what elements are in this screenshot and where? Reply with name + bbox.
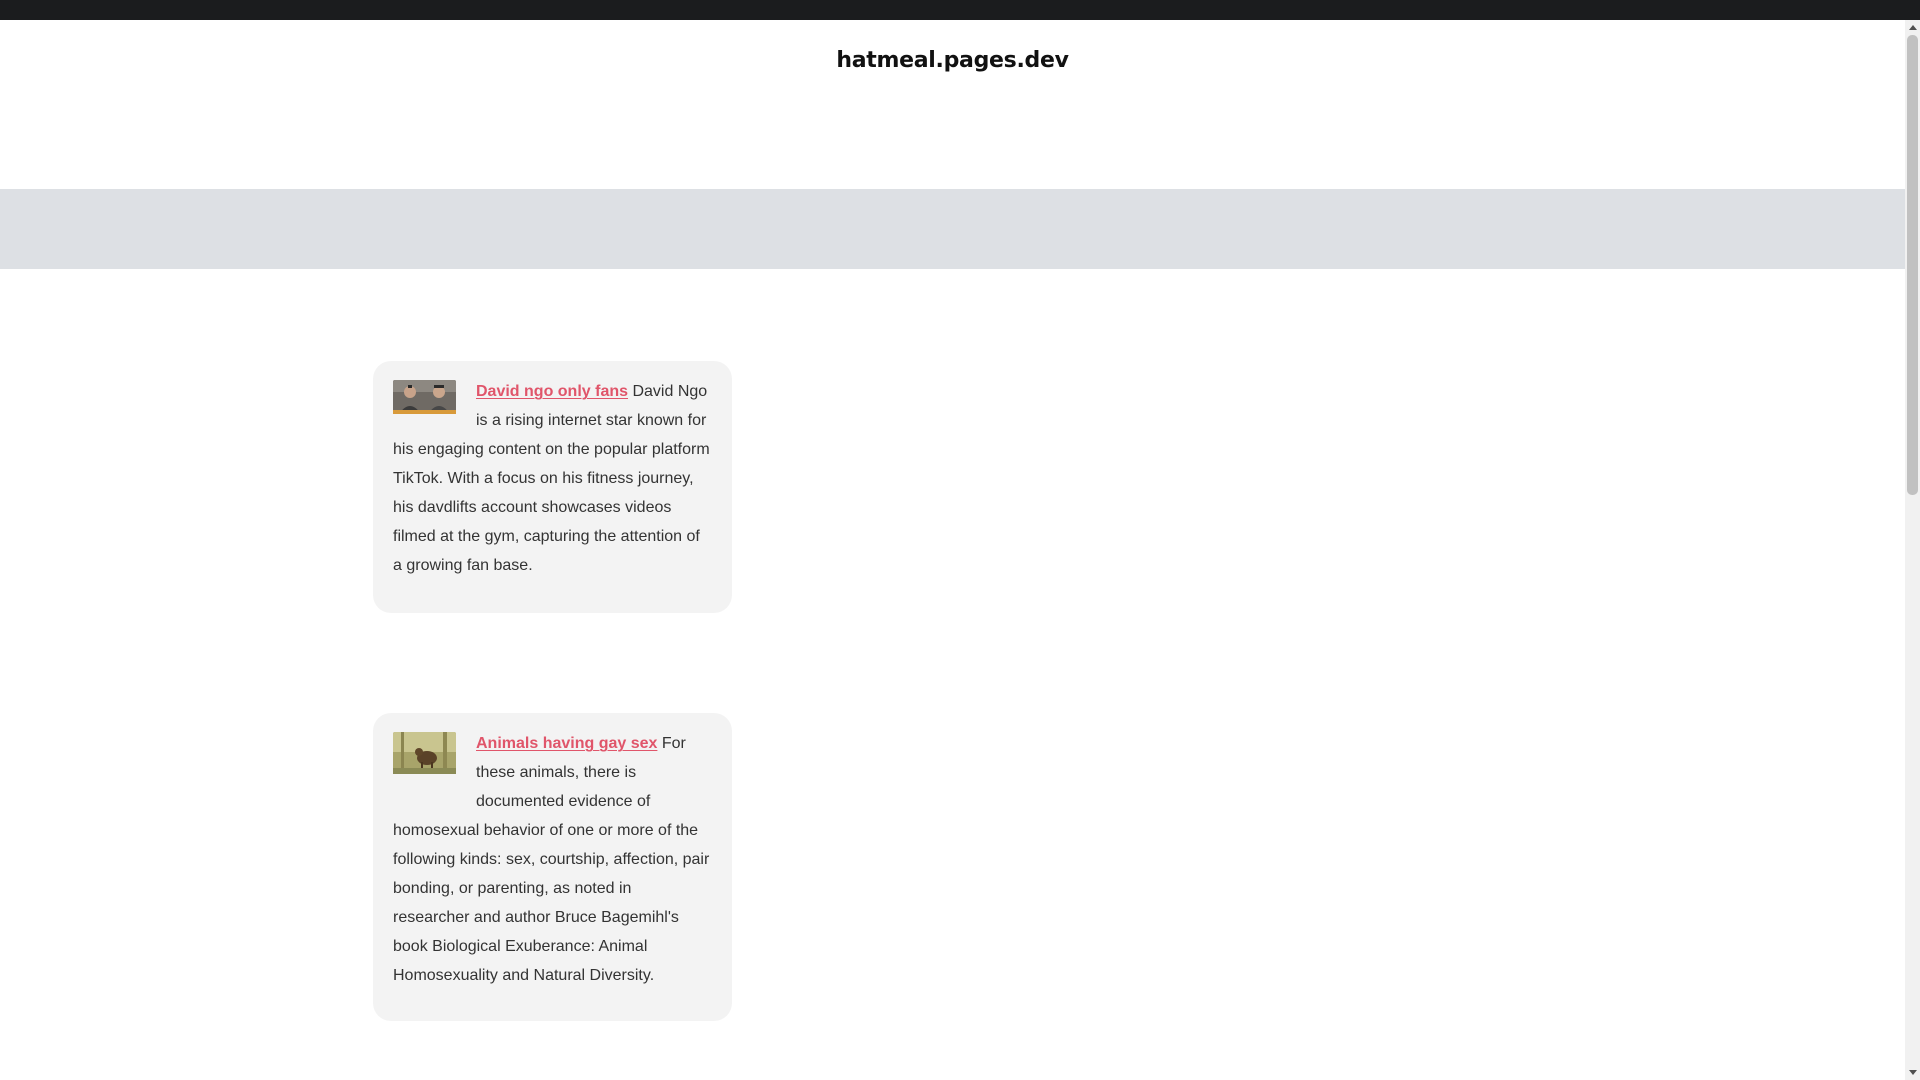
post-card: Animals having gay sex For these animals… — [373, 713, 732, 1021]
animal-photo-thumbnail — [393, 732, 456, 774]
scroll-up-button[interactable] — [1905, 20, 1920, 35]
triangle-up-icon — [1908, 25, 1917, 30]
site-title-link[interactable]: hatmeal.pages.dev — [0, 48, 1905, 73]
scroll-down-button[interactable] — [1905, 1065, 1920, 1080]
post-card: David ngo only fans David Ngo is a risin… — [373, 361, 732, 613]
browser-top-bar — [0, 0, 1920, 20]
scrollbar-thumb[interactable] — [1907, 35, 1918, 495]
banner-band — [0, 189, 1905, 269]
people-photo-thumbnail — [393, 380, 456, 414]
post-title-link[interactable]: David ngo only fans — [476, 383, 628, 400]
page-scrollbar[interactable] — [1905, 20, 1920, 1080]
post-thumbnail[interactable] — [393, 380, 456, 424]
post-thumbnail[interactable] — [393, 732, 456, 784]
site-header: hatmeal.pages.dev — [0, 20, 1905, 189]
post-title-link[interactable]: Animals having gay sex — [476, 735, 657, 752]
triangle-down-icon — [1908, 1070, 1917, 1075]
